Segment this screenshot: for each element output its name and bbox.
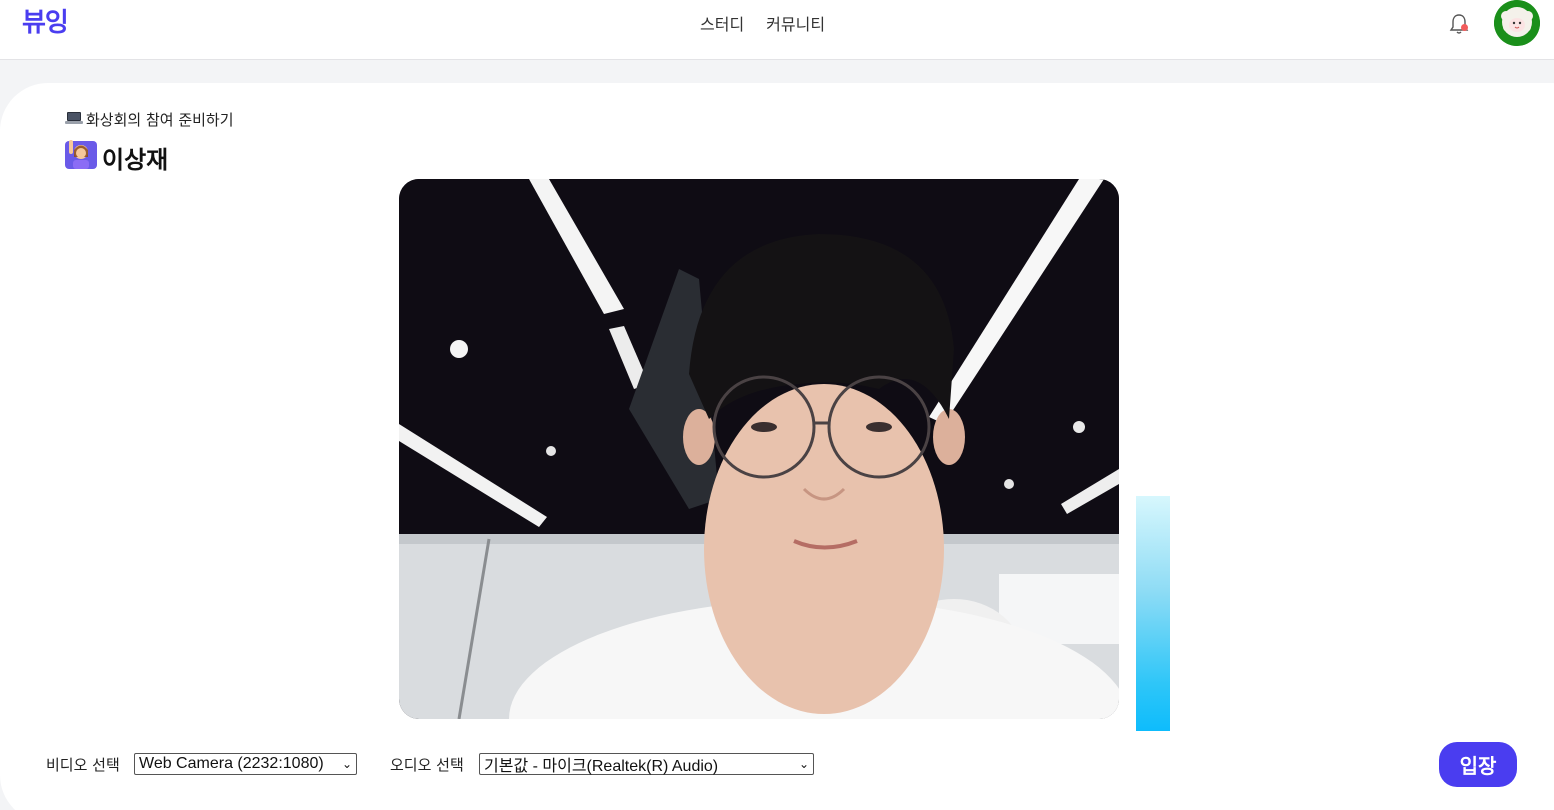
nav-study[interactable]: 스터디 <box>700 11 744 35</box>
video-select-label: 비디오 선택 <box>46 756 120 774</box>
logo[interactable]: 뷰잉 <box>22 2 69 39</box>
user-name: 이상재 <box>102 145 169 174</box>
enter-button[interactable]: 입장 <box>1439 742 1517 787</box>
audio-device-select[interactable]: 기본값 - 마이크(Realtek(R) Audio) ⌄ <box>479 753 814 775</box>
top-header: 뷰잉 스터디 커뮤니티 <box>0 0 1554 60</box>
notification-bell-icon[interactable] <box>1446 11 1472 37</box>
audio-level-meter <box>1136 496 1170 731</box>
main-nav: 스터디 커뮤니티 <box>700 11 825 35</box>
video-device-select[interactable]: Web Camera (2232:1080) ⌄ <box>134 753 357 775</box>
prep-subtitle-text: 화상회의 참여 준비하기 <box>86 111 234 129</box>
prep-subtitle: 화상회의 참여 준비하기 <box>64 109 234 130</box>
audio-device-value: 기본값 - 마이크(Realtek(R) Audio) <box>484 758 719 775</box>
raising-hand-icon <box>64 137 98 177</box>
chevron-down-icon: ⌄ <box>798 757 809 771</box>
user-name-heading: 이상재 <box>64 137 168 177</box>
video-device-value: Web Camera (2232:1080) <box>139 755 324 772</box>
nav-community[interactable]: 커뮤니티 <box>766 11 825 35</box>
user-avatar[interactable] <box>1494 0 1540 46</box>
camera-preview <box>399 179 1119 719</box>
audio-select-label: 오디오 선택 <box>390 756 464 774</box>
chevron-down-icon: ⌄ <box>341 757 352 771</box>
laptop-icon <box>64 110 84 130</box>
